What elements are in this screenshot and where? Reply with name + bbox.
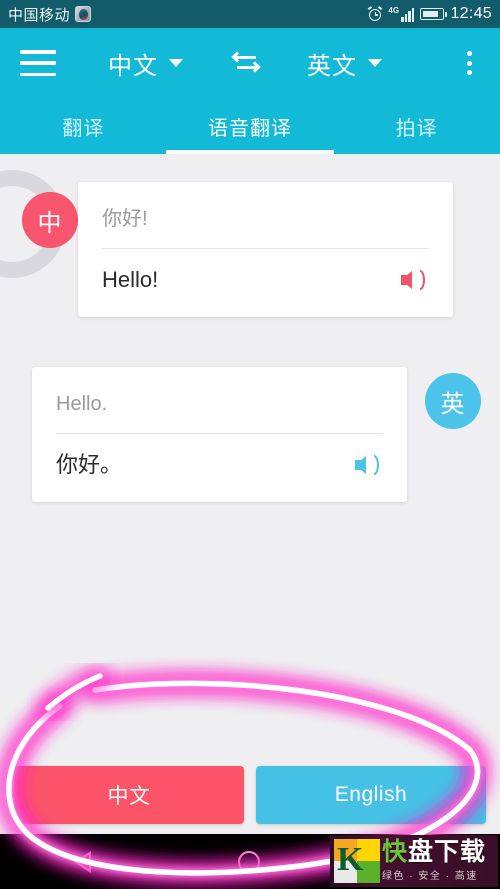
- chevron-down-icon: [169, 59, 183, 67]
- target-language-label: 英文: [307, 52, 357, 80]
- translated-text: Hello!: [102, 267, 159, 292]
- tab-bar: 翻译 语音翻译 拍译: [0, 98, 500, 154]
- app-bar: 中文 英文: [0, 28, 500, 98]
- watermark-text: 快盘下载 绿色 · 安全 · 高速: [382, 840, 486, 883]
- home-circle-icon[interactable]: [237, 850, 260, 873]
- swap-languages-icon[interactable]: [231, 50, 263, 76]
- watermark-title-white: 盘下载: [408, 839, 487, 866]
- chevron-down-icon: [368, 59, 382, 67]
- hamburger-menu-icon[interactable]: [20, 50, 56, 76]
- status-icons: 4G 12:45: [368, 5, 492, 23]
- button-label: 中文: [107, 785, 151, 808]
- message-row-chinese: 中 你好! Hello!: [0, 182, 453, 317]
- watermark-subtitle: 绿色 · 安全 · 高速: [382, 871, 478, 882]
- avatar-label: 英: [440, 390, 466, 418]
- speaker-icon[interactable]: [401, 268, 429, 292]
- button-label: English: [334, 783, 408, 806]
- status-bar: 中国移动 4G 12:45: [0, 0, 500, 28]
- avatar-label: 中: [37, 209, 63, 237]
- translation-card[interactable]: 你好! Hello!: [78, 182, 453, 317]
- tab-voice-translate[interactable]: 语音翻译: [167, 98, 334, 154]
- speak-english-button[interactable]: English: [256, 766, 486, 824]
- speaker-icon[interactable]: [355, 453, 383, 477]
- source-language-selector[interactable]: 中文: [108, 46, 183, 81]
- translation-row: 你好。: [56, 434, 383, 488]
- penguin-app-icon: [75, 6, 92, 22]
- carrier-group: 中国移动: [8, 4, 92, 25]
- avatar-english[interactable]: 英: [425, 373, 481, 429]
- watermark-title: 快盘下载: [382, 840, 486, 866]
- carrier-name: 中国移动: [8, 6, 71, 24]
- tab-label: 语音翻译: [208, 117, 292, 140]
- avatar-chinese[interactable]: 中: [22, 192, 78, 248]
- tab-translate[interactable]: 翻译: [0, 98, 167, 154]
- translation-row: Hello!: [102, 249, 429, 303]
- source-language-label: 中文: [108, 52, 158, 80]
- speak-chinese-button[interactable]: 中文: [14, 766, 244, 824]
- tab-photo-translate[interactable]: 拍译: [333, 98, 500, 154]
- source-text: 你好!: [102, 208, 148, 230]
- watermark-title-green: 快: [382, 839, 409, 866]
- alarm-icon: [368, 6, 383, 21]
- phone-screen: 中国移动 4G 12:45 中文 英文 翻译 语音翻译 拍译 中 你好! Hel…: [0, 0, 500, 889]
- watermark-logo: K 快盘下载 绿色 · 安全 · 高速: [330, 835, 498, 887]
- translated-text: 你好。: [56, 452, 123, 477]
- tab-label: 翻译: [62, 117, 105, 140]
- translation-card[interactable]: Hello. 你好。: [32, 367, 407, 502]
- more-options-icon[interactable]: [456, 50, 482, 76]
- back-triangle-icon[interactable]: [73, 850, 91, 873]
- target-language-selector[interactable]: 英文: [307, 46, 382, 81]
- tab-label: 拍译: [395, 117, 438, 140]
- message-row-english: Hello. 你好。 英: [32, 367, 481, 502]
- k-logo-icon: K: [334, 839, 380, 883]
- language-button-bar: 中文 English: [0, 766, 500, 824]
- network-type-label: 4G: [388, 5, 400, 15]
- signal-bars-icon: 4G: [388, 5, 415, 22]
- clock-time: 12:45: [450, 5, 492, 22]
- source-text: Hello.: [56, 393, 108, 415]
- battery-icon: [420, 8, 448, 20]
